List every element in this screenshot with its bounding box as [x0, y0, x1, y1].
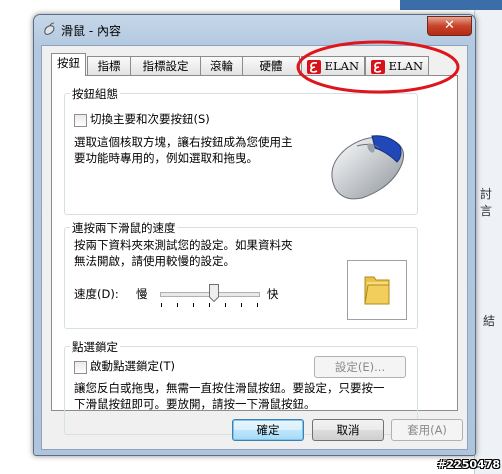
background-text: 結 [483, 314, 496, 328]
title-bar[interactable]: 滑鼠 - 內容 ✕ [34, 15, 475, 43]
slider-tick [225, 303, 226, 307]
test-folder-area[interactable] [347, 260, 407, 320]
click-lock-settings-button[interactable]: 設定(E)... [314, 356, 406, 378]
folder-icon[interactable] [364, 273, 390, 305]
tab-panel-buttons: 按鈕組態 切換主要和次要按鈕(S) 選取這個核取方塊，讓右按鈕成為您使用主 要功… [51, 75, 458, 435]
tab-wheel[interactable]: 滾輪 [200, 56, 243, 75]
tab-elan-1[interactable]: ELAN [301, 56, 365, 75]
tab-elan-label: ELAN [388, 59, 424, 73]
elan-logo-icon [370, 59, 385, 74]
slider-thumb[interactable] [209, 284, 219, 302]
slider-tick [177, 303, 178, 307]
tab-hardware[interactable]: 硬體 [242, 56, 300, 75]
tab-pointers[interactable]: 指標 [87, 56, 131, 75]
button-config-description: 選取這個核取方塊，讓右按鈕成為您使用主 [74, 135, 293, 149]
group-title: 按鈕組態 [70, 86, 120, 102]
apply-button[interactable]: 套用(A) [391, 419, 463, 441]
button-config-description: 要功能時專用的，例如選取和拖曳。 [74, 151, 258, 165]
double-click-description: 按兩下資料夾來測試您的設定。如果資料夾 [74, 238, 293, 252]
speed-slider[interactable] [160, 282, 260, 308]
close-button[interactable]: ✕ [427, 16, 472, 36]
double-click-description: 無法開啟，請使用較慢的設定。 [74, 254, 235, 268]
slow-label: 慢 [136, 287, 148, 301]
slider-tick [161, 303, 162, 307]
switch-buttons-checkbox[interactable] [74, 114, 87, 127]
tab-elan-2[interactable]: ELAN [365, 56, 429, 75]
click-lock-description: 下滑鼠按鈕即可。要放開，請按一下滑鼠按鈕。 [74, 397, 316, 411]
background-text: 討言 [480, 187, 493, 218]
tab-buttons[interactable]: 按鈕 [51, 53, 86, 76]
click-lock-label[interactable]: 啟動點選鎖定(T) [90, 359, 175, 374]
watermark: #2250478 [437, 458, 500, 471]
background-left [0, 0, 22, 474]
click-lock-checkbox[interactable] [74, 361, 87, 374]
group-title: 連按兩下滑鼠的速度 [70, 220, 178, 236]
fast-label: 快 [267, 287, 279, 301]
elan-logo-icon [306, 59, 321, 74]
ok-button[interactable]: 確定 [232, 419, 304, 441]
switch-buttons-label[interactable]: 切換主要和次要按鈕(S) [90, 112, 210, 127]
close-icon: ✕ [444, 18, 455, 33]
background-app-edge: 討言 結 [474, 0, 502, 474]
slider-tick [209, 303, 210, 307]
tab-elan-label: ELAN [324, 59, 360, 73]
slider-tick [257, 303, 258, 307]
slider-tick [193, 303, 194, 307]
dialog-client: 按鈕 指標 指標設定 滾輪 硬體 ELAN ELAN 按鈕組態 切換主要和次要按 [41, 45, 468, 450]
speed-label: 速度(D): [74, 287, 119, 301]
slider-tick [241, 303, 242, 307]
cancel-button[interactable]: 取消 [312, 419, 384, 441]
window-title: 滑鼠 - 內容 [61, 24, 121, 38]
mouse-illustration-icon [331, 135, 404, 200]
mouse-icon [44, 22, 55, 35]
group-title: 點選鎖定 [70, 339, 120, 355]
tab-pointer-options[interactable]: 指標設定 [130, 56, 201, 75]
click-lock-description: 讓您反白或拖曳，無需一直按住滑鼠按鈕。要設定，只要按一 [74, 381, 385, 395]
background-header-strip [400, 0, 502, 10]
mouse-properties-dialog: 滑鼠 - 內容 ✕ 按鈕 指標 指標設定 滾輪 硬體 ELAN ELAN 按鈕組 [33, 14, 476, 456]
